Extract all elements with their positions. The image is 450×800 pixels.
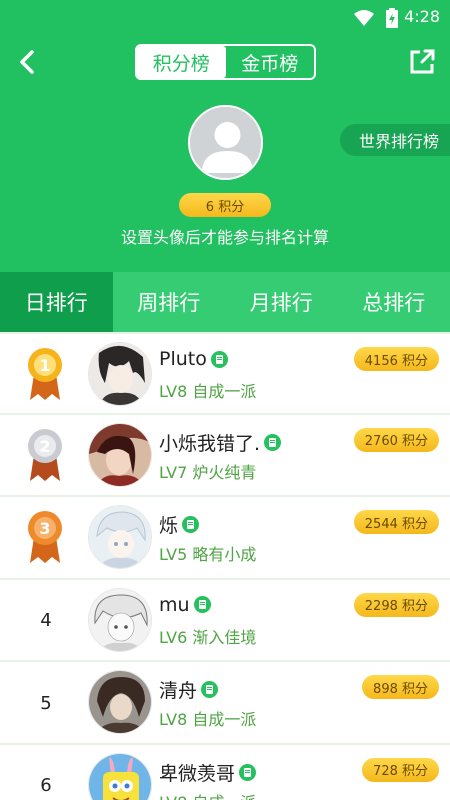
tab-total[interactable]: 总排行	[338, 272, 450, 332]
ranking-row[interactable]: 1 Pluto LV8 自成一派 4156 积分	[0, 332, 450, 415]
rank-number: 4	[40, 610, 52, 631]
verified-badge-icon	[210, 350, 228, 368]
verified-badge-icon	[182, 516, 200, 533]
verified-badge-icon	[201, 681, 219, 698]
verified-badge-icon	[264, 433, 282, 451]
user-name-text: 卑微羡哥	[159, 762, 236, 785]
user-level: LV5 略有小成	[159, 545, 257, 564]
user-level: LV8 自成一派	[159, 789, 256, 800]
user-name-text: 清舟	[159, 680, 198, 702]
rank-number: 5	[40, 692, 52, 714]
tab-weekly[interactable]: 周排行	[113, 272, 226, 332]
user-level: LV7 炉火纯青	[159, 462, 257, 482]
score-badge: 2298 积分	[353, 592, 439, 617]
back-arrow-icon	[20, 50, 34, 74]
ranking-row[interactable]: 3 烁 LV5 略有小成 2544 积分	[0, 497, 450, 580]
avatar[interactable]	[88, 505, 152, 569]
my-avatar[interactable]	[188, 105, 263, 180]
avatar[interactable]	[88, 342, 152, 406]
user-name-text: 烁	[159, 515, 179, 537]
user-name-text: Pluto	[159, 348, 207, 370]
my-points-badge: 6 积分	[179, 193, 271, 217]
score-badge: 4156 积分	[353, 347, 439, 371]
user-level: LV6 渐入佳境	[159, 627, 257, 647]
user-name-text: 小烁我错了.	[159, 432, 261, 455]
toggle-points[interactable]: 积分榜	[137, 46, 226, 78]
user-name: 卑微羡哥	[159, 759, 257, 786]
leaderboard-toggle: 积分榜 金币榜	[135, 44, 316, 80]
back-button[interactable]	[10, 44, 46, 80]
avatar-hint: 设置头像后才能参与排名计算	[120, 228, 329, 247]
avatar[interactable]	[88, 670, 152, 734]
user-level: LV8 自成一派	[159, 710, 257, 729]
score-badge: 2760 积分	[353, 427, 439, 452]
wifi-icon	[354, 10, 374, 26]
user-name: 烁	[159, 511, 200, 538]
user-name: 清舟	[159, 676, 219, 703]
gold-medal-icon: 1	[28, 348, 62, 400]
share-button[interactable]	[404, 44, 440, 80]
medal-rank-label: 3	[39, 519, 50, 538]
ranking-list: 1 Pluto LV8 自成一派 4156 积分 2 小烁我错了. LV7 炉火…	[0, 332, 450, 800]
user-name: Pluto	[159, 348, 228, 370]
user-name: mu	[159, 594, 211, 616]
status-time: 4:28	[404, 7, 440, 26]
bronze-medal-icon: 3	[28, 511, 62, 563]
period-tabs: 日排行 周排行 月排行 总排行	[0, 272, 450, 332]
default-avatar-icon	[190, 107, 261, 178]
tab-monthly[interactable]: 月排行	[225, 272, 338, 332]
medal-rank-label: 2	[39, 437, 50, 456]
ranking-row[interactable]: 4 mu LV6 渐入佳境 2298 积分	[0, 580, 450, 662]
user-level: LV8 自成一派	[159, 382, 257, 401]
world-rank-button[interactable]: 世界排行榜	[340, 124, 450, 156]
user-name-text: mu	[159, 593, 190, 616]
silver-medal-icon: 2	[28, 428, 62, 481]
status-bar: 4:28	[0, 0, 450, 34]
battery-icon	[386, 8, 398, 28]
score-badge: 2544 积分	[353, 510, 439, 534]
ranking-row[interactable]: 6 卑微羡哥 LV8 自成一派 728 积分	[0, 745, 450, 800]
verified-badge-icon	[193, 596, 211, 613]
user-name: 小烁我错了.	[159, 429, 282, 456]
header: 4:28 积分榜 金币榜 世界排行榜 6 积分 设置头像后才能参与排名计算	[0, 0, 450, 272]
verified-badge-icon	[239, 763, 257, 781]
ranking-row[interactable]: 2 小烁我错了. LV7 炉火纯青 2760 积分	[0, 415, 450, 497]
medal-rank-label: 1	[39, 356, 50, 375]
ranking-row[interactable]: 5 清舟 LV8 自成一派 898 积分	[0, 662, 450, 745]
toggle-coins[interactable]: 金币榜	[226, 46, 315, 78]
avatar[interactable]	[88, 587, 152, 652]
tab-daily[interactable]: 日排行	[0, 272, 113, 332]
share-icon	[410, 49, 435, 74]
rank-number: 6	[40, 775, 52, 796]
avatar[interactable]	[88, 422, 152, 487]
score-badge: 728 积分	[362, 757, 439, 782]
score-badge: 898 积分	[362, 675, 439, 699]
avatar[interactable]	[88, 752, 152, 800]
